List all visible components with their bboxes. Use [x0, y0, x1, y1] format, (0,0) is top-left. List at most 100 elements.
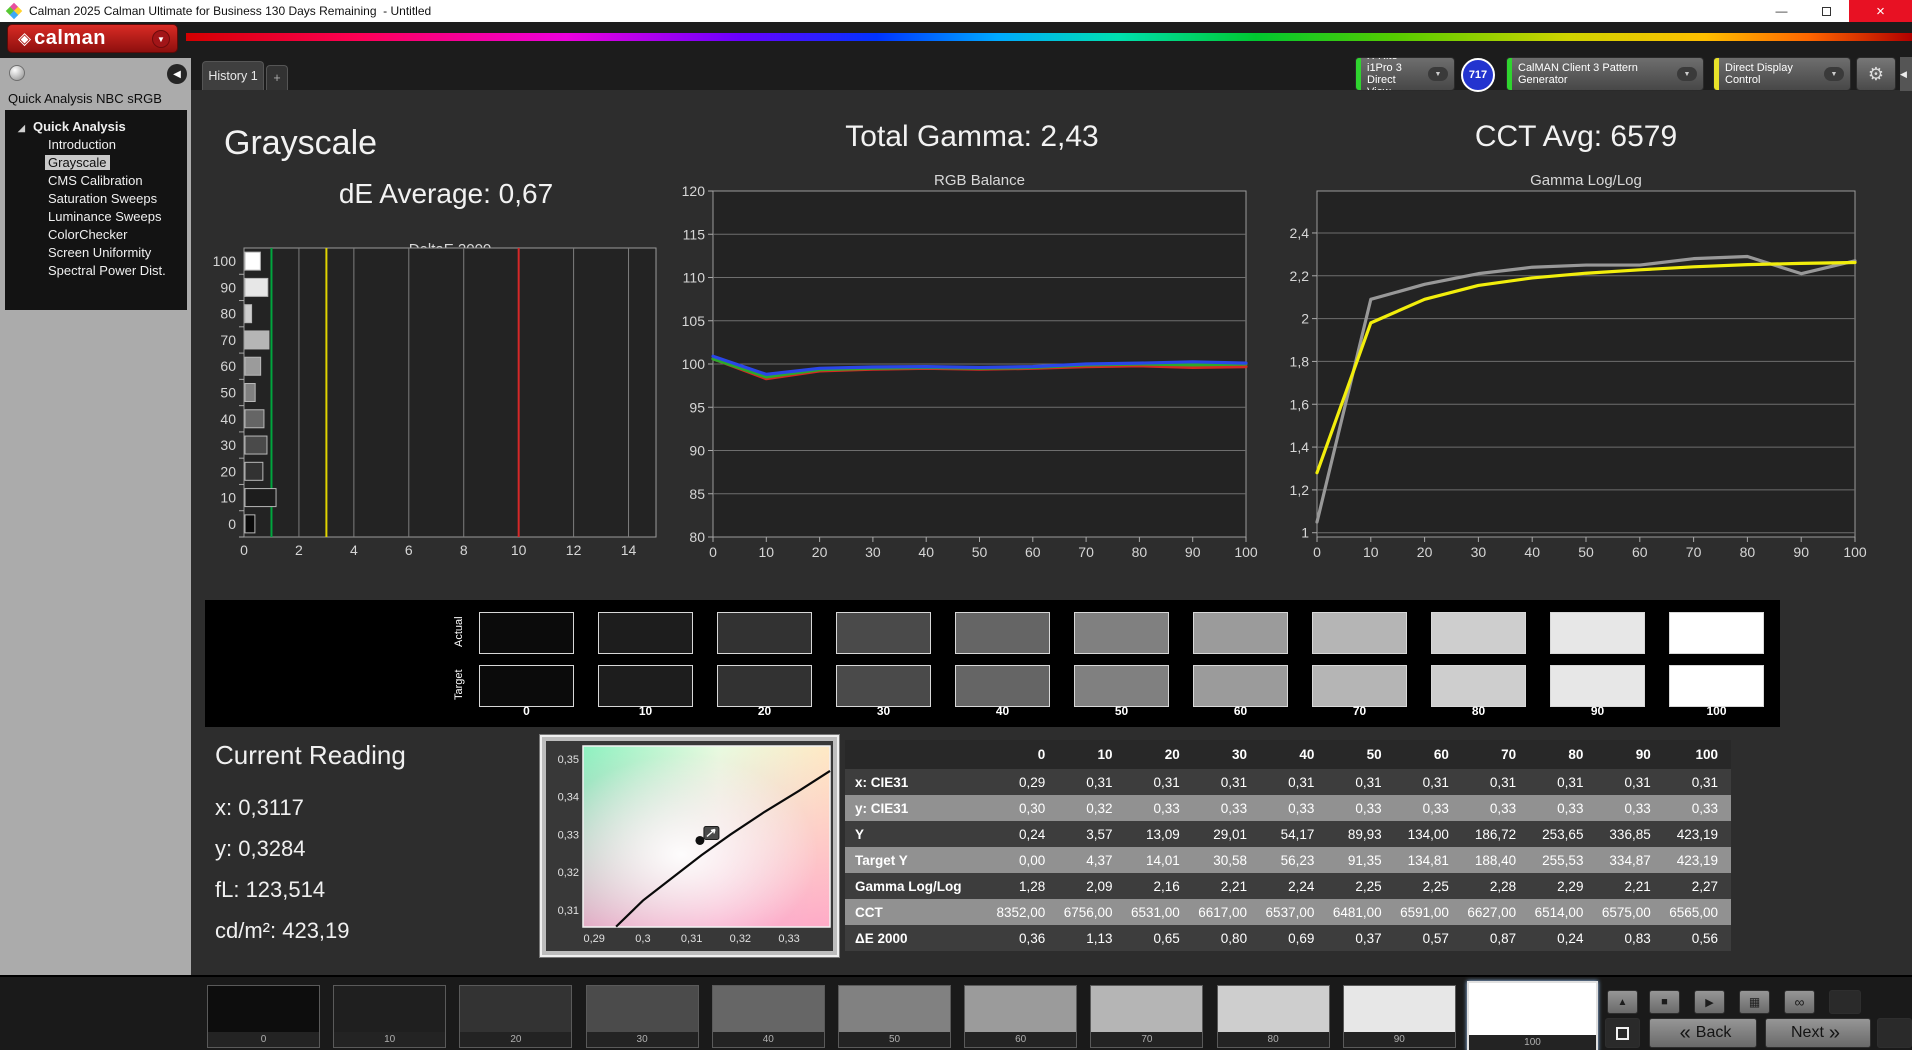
svg-text:2,2: 2,2 — [1290, 268, 1310, 284]
pattern-patch-button-30[interactable]: 30 — [586, 985, 699, 1048]
pattern-patch-button-80[interactable]: 80 — [1217, 985, 1330, 1048]
calman-window: Calman 2025 Calman Ultimate for Business… — [0, 0, 1912, 1050]
svg-text:100: 100 — [213, 253, 237, 269]
tree-item-cms-calibration[interactable]: CMS Calibration — [5, 172, 187, 190]
extra-bottom-button[interactable] — [1877, 1018, 1912, 1048]
tree-item-grayscale[interactable]: Grayscale — [5, 154, 187, 172]
chevron-down-icon[interactable]: ▼ — [1824, 67, 1844, 81]
table-cell: 2,25 — [1395, 873, 1462, 899]
table-cell: 0,30 — [991, 795, 1058, 821]
target-swatch-70 — [1312, 665, 1407, 707]
tree-expand-icon[interactable]: ◢ — [18, 119, 25, 137]
target-swatch-80 — [1431, 665, 1526, 707]
target-swatch-20 — [717, 665, 812, 707]
table-cell: 2,27 — [1664, 873, 1731, 899]
table-cell: 186,72 — [1462, 821, 1529, 847]
pattern-patch-button-90[interactable]: 90 — [1343, 985, 1456, 1048]
display-control-dropdown[interactable]: Direct Display Control ▼ — [1713, 57, 1851, 91]
table-cell: 0,31 — [1126, 769, 1193, 795]
table-cell: 0,24 — [991, 821, 1058, 847]
link-button[interactable]: ∞ — [1784, 990, 1815, 1014]
svg-text:0,34: 0,34 — [558, 792, 579, 804]
sidebar-pin-icon[interactable] — [9, 65, 25, 81]
extra-top-button[interactable] — [1829, 990, 1861, 1014]
stop-icon: ■ — [1661, 996, 1668, 1008]
tree-item-luminance-sweeps[interactable]: Luminance Sweeps — [5, 208, 187, 226]
svg-text:10: 10 — [511, 542, 527, 558]
back-label: Back — [1696, 1024, 1732, 1042]
table-header-cell: 80 — [1529, 740, 1596, 769]
svg-text:20: 20 — [1417, 544, 1433, 560]
svg-text:70: 70 — [220, 332, 236, 348]
svg-text:90: 90 — [1185, 544, 1201, 560]
pattern-patch-button-40[interactable]: 40 — [712, 985, 825, 1048]
pattern-patch-button-50[interactable]: 50 — [838, 985, 951, 1048]
tree-root-quick-analysis[interactable]: ◢ Quick Analysis — [5, 118, 187, 136]
row-label: x: CIE31 — [845, 769, 991, 795]
patch-level-label: 50 — [839, 1032, 950, 1047]
tab-history-1[interactable]: History 1 — [202, 61, 264, 90]
table-cell: 0,31 — [1395, 769, 1462, 795]
pattern-patch-button-0[interactable]: 0 — [207, 985, 320, 1048]
reading-cdm2: cd/m²: 423,19 — [215, 910, 406, 951]
svg-text:10: 10 — [1363, 544, 1379, 560]
svg-text:RGB Balance: RGB Balance — [934, 175, 1025, 189]
meter-cursor-icon — [704, 826, 719, 839]
pattern-patch-button-10[interactable]: 10 — [333, 985, 446, 1048]
minimize-button[interactable]: — — [1759, 0, 1804, 22]
pattern-patch-button-20[interactable]: 20 — [459, 985, 572, 1048]
svg-text:0,33: 0,33 — [778, 933, 799, 945]
settings-gear-button[interactable]: ⚙ — [1856, 57, 1896, 91]
svg-text:10: 10 — [759, 544, 775, 560]
svg-text:12: 12 — [566, 542, 582, 558]
chevron-down-icon[interactable]: ▼ — [1428, 67, 1448, 81]
chevron-down-icon[interactable]: ▼ — [1677, 67, 1697, 81]
rgb-balance-chart: RGB Balance80859095100105110115120010203… — [660, 175, 1272, 575]
svg-text:30: 30 — [1471, 544, 1487, 560]
back-button[interactable]: « Back — [1649, 1018, 1757, 1048]
svg-text:0,32: 0,32 — [730, 933, 751, 945]
maximize-button[interactable] — [1804, 0, 1849, 22]
level-up-button[interactable]: ▲ — [1607, 990, 1638, 1014]
next-button[interactable]: Next » — [1765, 1018, 1871, 1048]
pattern-generator-dropdown[interactable]: CalMAN Client 3 Pattern Generator ▼ — [1506, 57, 1704, 91]
target-swatch-40 — [955, 665, 1050, 707]
calman-menu-button[interactable]: ◈ calman ▼ — [7, 24, 178, 53]
svg-text:0: 0 — [709, 544, 717, 560]
tree-item-screen-uniformity[interactable]: Screen Uniformity — [5, 244, 187, 262]
tree-item-introduction[interactable]: Introduction — [5, 136, 187, 154]
logo-dropdown-icon[interactable]: ▼ — [152, 30, 170, 48]
current-reading-title: Current Reading — [215, 740, 406, 771]
svg-text:80: 80 — [1132, 544, 1148, 560]
table-cell: 6531,00 — [1126, 899, 1193, 925]
toolbar-collapse-icon[interactable]: ◀ — [1900, 57, 1912, 91]
pattern-patch-button-70[interactable]: 70 — [1090, 985, 1203, 1048]
tree-item-colorchecker[interactable]: ColorChecker — [5, 226, 187, 244]
pattern-window-button[interactable] — [1605, 1018, 1640, 1048]
svg-text:40: 40 — [1524, 544, 1540, 560]
target-swatch-90 — [1550, 665, 1645, 707]
total-gamma-header: Total Gamma: 2,43 — [757, 120, 1187, 154]
svg-text:0,31: 0,31 — [558, 905, 579, 917]
meter-badge[interactable]: 717 — [1461, 58, 1495, 92]
tree-item-spectral-power-dist-[interactable]: Spectral Power Dist. — [5, 262, 187, 280]
table-cell: 0,33 — [1260, 795, 1327, 821]
table-cell: 0,31 — [1664, 769, 1731, 795]
play-icon: ▶ — [1705, 996, 1713, 1009]
save-button[interactable]: ▦ — [1739, 990, 1770, 1014]
add-tab-button[interactable]: + — [266, 65, 288, 90]
pattern-patch-button-100[interactable]: 100 — [1467, 981, 1598, 1050]
table-header-cell: 90 — [1596, 740, 1663, 769]
row-label: CCT — [845, 899, 991, 925]
sidebar-collapse-icon[interactable]: ◀ — [167, 64, 187, 84]
svg-text:1,4: 1,4 — [1290, 439, 1310, 455]
target-swatch-100 — [1669, 665, 1764, 707]
table-header-row: 0102030405060708090100 — [845, 740, 1731, 769]
pattern-patch-button-60[interactable]: 60 — [964, 985, 1077, 1048]
play-button[interactable]: ▶ — [1694, 990, 1725, 1014]
stop-button[interactable]: ■ — [1649, 990, 1680, 1014]
actual-swatch-10 — [598, 612, 693, 654]
close-button[interactable]: × — [1849, 0, 1912, 22]
meter-dropdown[interactable]: X-Rite i1Pro 3 Direct View ▼ — [1355, 57, 1455, 91]
tree-item-saturation-sweeps[interactable]: Saturation Sweeps — [5, 190, 187, 208]
